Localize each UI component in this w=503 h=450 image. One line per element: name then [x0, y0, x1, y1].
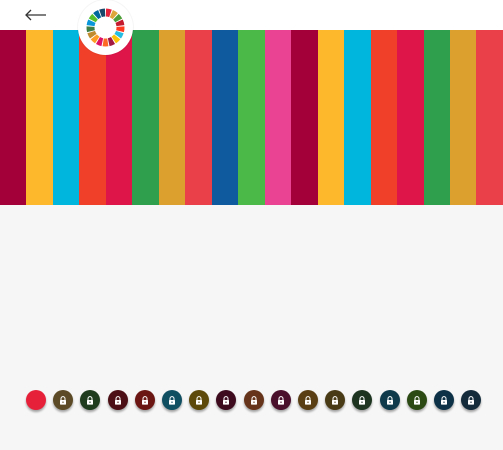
locked-goal-dot[interactable] — [134, 390, 155, 410]
lock-icon — [223, 395, 230, 405]
locked-goal-dot[interactable] — [270, 390, 291, 410]
wheel-segment — [116, 26, 125, 33]
sdg-wheel-icon — [86, 8, 125, 47]
banner-stripe — [0, 30, 27, 205]
banner-stripe — [52, 30, 80, 205]
lock-icon — [60, 395, 67, 405]
lock-icon — [413, 395, 420, 405]
banner-stripe — [397, 30, 424, 205]
locked-goal-dot[interactable] — [434, 390, 454, 410]
back-button[interactable] — [22, 5, 50, 25]
banner-stripe — [185, 30, 212, 205]
locked-goal-dot[interactable] — [53, 390, 74, 410]
banner-stripe — [26, 30, 53, 205]
banner-stripe — [344, 30, 371, 205]
lock-icon — [386, 395, 393, 405]
banner-stripe — [476, 30, 503, 205]
sdg-color-banner — [0, 30, 503, 205]
banner-stripe — [264, 30, 292, 205]
lock-icon — [114, 395, 121, 405]
locked-goal-dot[interactable] — [325, 390, 346, 410]
locked-goal-dot[interactable] — [80, 390, 101, 410]
lock-icon — [305, 395, 311, 405]
locked-goal-dot[interactable] — [243, 390, 264, 410]
locked-goal-dot[interactable] — [298, 390, 318, 410]
banner-stripe — [158, 30, 186, 205]
lock-icon — [196, 395, 203, 405]
lock-icon — [87, 395, 94, 405]
lock-icon — [468, 395, 475, 405]
locked-goal-dot[interactable] — [406, 390, 427, 410]
top-bar — [0, 0, 503, 30]
wheel-segment — [86, 26, 95, 33]
banner-stripe — [423, 30, 450, 205]
lock-icon — [141, 395, 148, 405]
locked-goal-dot[interactable] — [162, 390, 182, 410]
lock-icon — [441, 395, 447, 405]
banner-stripe — [238, 30, 265, 205]
lock-icon — [332, 395, 339, 405]
lock-icon — [277, 395, 284, 405]
locked-goal-dot[interactable] — [352, 390, 373, 410]
banner-stripe — [370, 30, 398, 205]
banner-stripe — [449, 30, 477, 205]
locked-goal-dot[interactable] — [461, 390, 482, 410]
sdg-logo — [78, 0, 133, 55]
arrow-left-icon — [25, 9, 46, 21]
locked-goal-dot[interactable] — [379, 390, 400, 410]
goal-progress-dots — [0, 390, 503, 412]
locked-goal-dot[interactable] — [107, 390, 128, 410]
banner-stripe — [291, 30, 318, 205]
lock-icon — [359, 395, 366, 405]
locked-goal-dot[interactable] — [216, 390, 237, 410]
banner-stripe — [132, 30, 159, 205]
lock-icon — [169, 395, 175, 405]
lock-icon — [250, 395, 257, 405]
banner-stripe — [211, 30, 239, 205]
locked-goal-dot[interactable] — [189, 390, 210, 410]
wheel-segment — [102, 38, 109, 47]
active-goal-dot[interactable] — [26, 390, 46, 410]
banner-stripe — [79, 30, 106, 205]
banner-stripe — [105, 30, 133, 205]
banner-stripe — [317, 30, 345, 205]
